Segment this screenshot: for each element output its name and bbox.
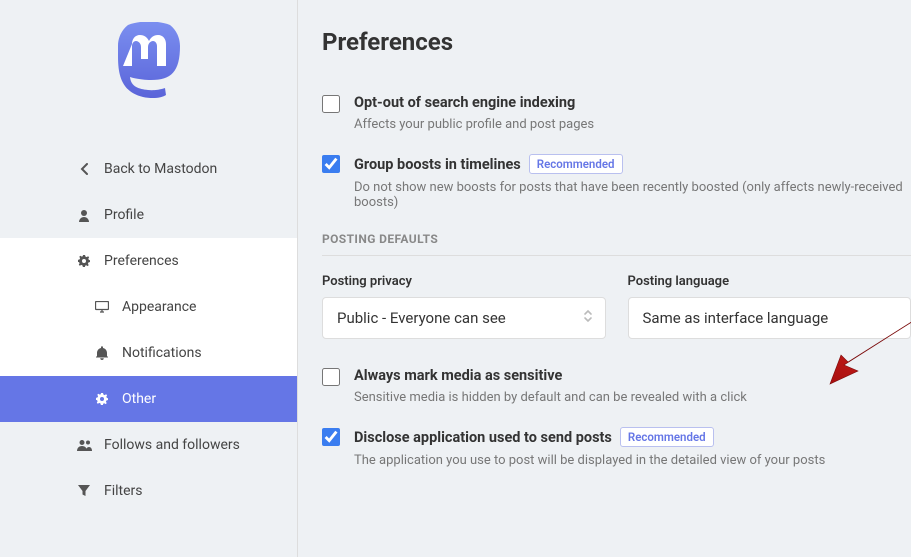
field-label: Posting language	[628, 274, 911, 289]
option-desc: The application you use to post will be …	[354, 453, 911, 468]
user-icon	[76, 209, 92, 222]
option-title: Opt-out of search engine indexing	[354, 94, 911, 111]
nav-filters[interactable]: Filters	[0, 468, 297, 514]
posting-defaults-row: Posting privacy Public - Everyone can se…	[322, 274, 911, 339]
gear-icon	[76, 254, 92, 268]
field-label: Posting privacy	[322, 274, 606, 289]
nav-notifications[interactable]: Notifications	[0, 330, 297, 376]
gear-icon	[94, 392, 110, 406]
nav-label: Back to Mastodon	[104, 161, 217, 177]
option-title: Always mark media as sensitive	[354, 367, 911, 384]
nav: Back to Mastodon Profile Preferences App…	[0, 146, 297, 514]
recommended-badge: Recommended	[620, 427, 714, 447]
option-disclose: Disclose application used to send posts …	[322, 427, 911, 468]
desktop-icon	[94, 301, 110, 313]
chevron-left-icon	[76, 163, 92, 175]
nav-label: Profile	[104, 207, 144, 223]
option-desc: Sensitive media is hidden by default and…	[354, 390, 911, 405]
nav-label: Follows and followers	[104, 437, 240, 453]
nav-other[interactable]: Other	[0, 376, 297, 422]
mastodon-logo	[110, 22, 188, 110]
select-posting-language[interactable]: Same as interface language	[628, 297, 911, 339]
sort-icon	[583, 309, 593, 327]
section-posting-defaults: POSTING DEFAULTS	[322, 232, 911, 256]
nav-back[interactable]: Back to Mastodon	[0, 146, 297, 192]
checkbox-group-boosts[interactable]	[322, 155, 340, 173]
users-icon	[76, 439, 92, 451]
page-title: Preferences	[322, 28, 911, 56]
nav-label: Other	[122, 391, 156, 407]
nav-label: Preferences	[104, 253, 179, 269]
option-desc: Do not show new boosts for posts that ha…	[354, 180, 911, 210]
nav-follows[interactable]: Follows and followers	[0, 422, 297, 468]
option-optout: Opt-out of search engine indexing Affect…	[322, 94, 911, 132]
select-posting-privacy[interactable]: Public - Everyone can see	[322, 297, 606, 339]
field-posting-privacy: Posting privacy Public - Everyone can se…	[322, 274, 606, 339]
checkbox-optout[interactable]	[322, 95, 340, 113]
nav-label: Filters	[104, 483, 143, 499]
option-title: Group boosts in timelines Recommended	[354, 154, 911, 174]
nav-preferences[interactable]: Preferences	[0, 238, 297, 284]
nav-appearance[interactable]: Appearance	[0, 284, 297, 330]
bell-icon	[94, 346, 110, 360]
option-desc: Affects your public profile and post pag…	[354, 117, 911, 132]
field-posting-language: Posting language Same as interface langu…	[628, 274, 911, 339]
filter-icon	[76, 485, 92, 497]
nav-label: Appearance	[122, 299, 196, 315]
checkbox-sensitive[interactable]	[322, 368, 340, 386]
option-title: Disclose application used to send posts …	[354, 427, 911, 447]
option-group-boosts: Group boosts in timelines Recommended Do…	[322, 154, 911, 210]
checkbox-disclose[interactable]	[322, 428, 340, 446]
nav-profile[interactable]: Profile	[0, 192, 297, 238]
option-sensitive: Always mark media as sensitive Sensitive…	[322, 367, 911, 405]
main-content: Preferences Opt-out of search engine ind…	[298, 0, 911, 557]
recommended-badge: Recommended	[529, 154, 623, 174]
sidebar: Back to Mastodon Profile Preferences App…	[0, 0, 298, 557]
nav-label: Notifications	[122, 345, 202, 361]
